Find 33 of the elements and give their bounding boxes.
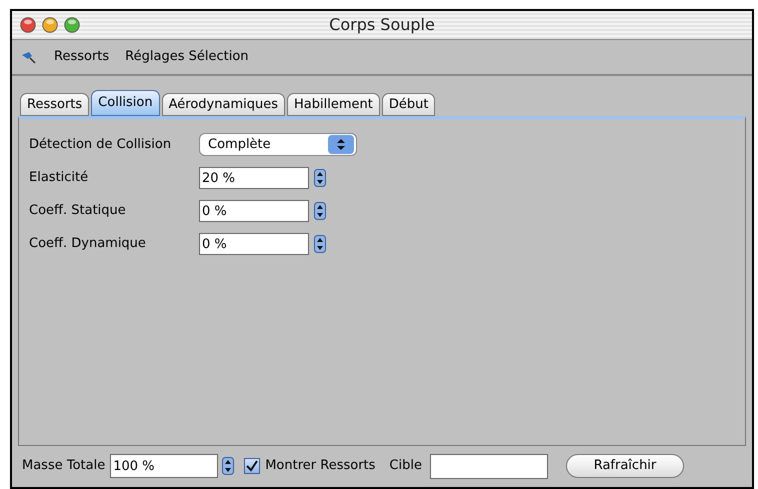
window-control-icon[interactable] (64, 17, 80, 33)
tab[interactable]: Début (382, 93, 436, 116)
tab[interactable]: Ressorts (20, 93, 90, 116)
stepper-icon[interactable] (314, 202, 326, 220)
field-label: Coeff. Dynamique (29, 235, 147, 254)
refresh-button[interactable]: Rafraîchir (566, 454, 684, 478)
up-down-arrows-icon (328, 135, 354, 154)
value-field[interactable]: 20 % (199, 167, 309, 189)
checkbox-label: Montrer Ressorts (265, 457, 376, 476)
menu-item[interactable]: Ressorts (54, 47, 110, 67)
stepper-icon[interactable] (314, 235, 326, 253)
value-field[interactable]: 0 % (199, 200, 309, 222)
tab[interactable]: Aérodynamiques (162, 93, 285, 116)
target-label: Cible (389, 457, 422, 476)
menu-item[interactable]: Réglages Sélection (125, 47, 249, 67)
value-field[interactable]: 0 % (199, 233, 309, 255)
window-title: Corps Souple (328, 14, 436, 36)
checkmark-icon (246, 460, 258, 472)
window-control-icon[interactable] (20, 17, 36, 33)
mass-label: Masse Totale (22, 457, 106, 476)
field-label: Détection de Collision (29, 136, 172, 154)
window-control-icon[interactable] (42, 17, 58, 33)
target-field[interactable] (430, 454, 548, 478)
pushpin-icon[interactable] (20, 49, 38, 65)
collision-dropdown[interactable]: Complète (199, 133, 357, 156)
tab[interactable]: Collision (91, 90, 160, 116)
tab[interactable]: Habillement (287, 93, 380, 116)
stepper-icon[interactable] (222, 457, 234, 475)
mass-field[interactable]: 100 % (110, 454, 218, 478)
field-label: Elasticité (29, 169, 90, 188)
field-label: Coeff. Statique (29, 202, 127, 220)
stepper-icon[interactable] (314, 169, 326, 187)
show-springs-checkbox[interactable] (244, 458, 260, 474)
